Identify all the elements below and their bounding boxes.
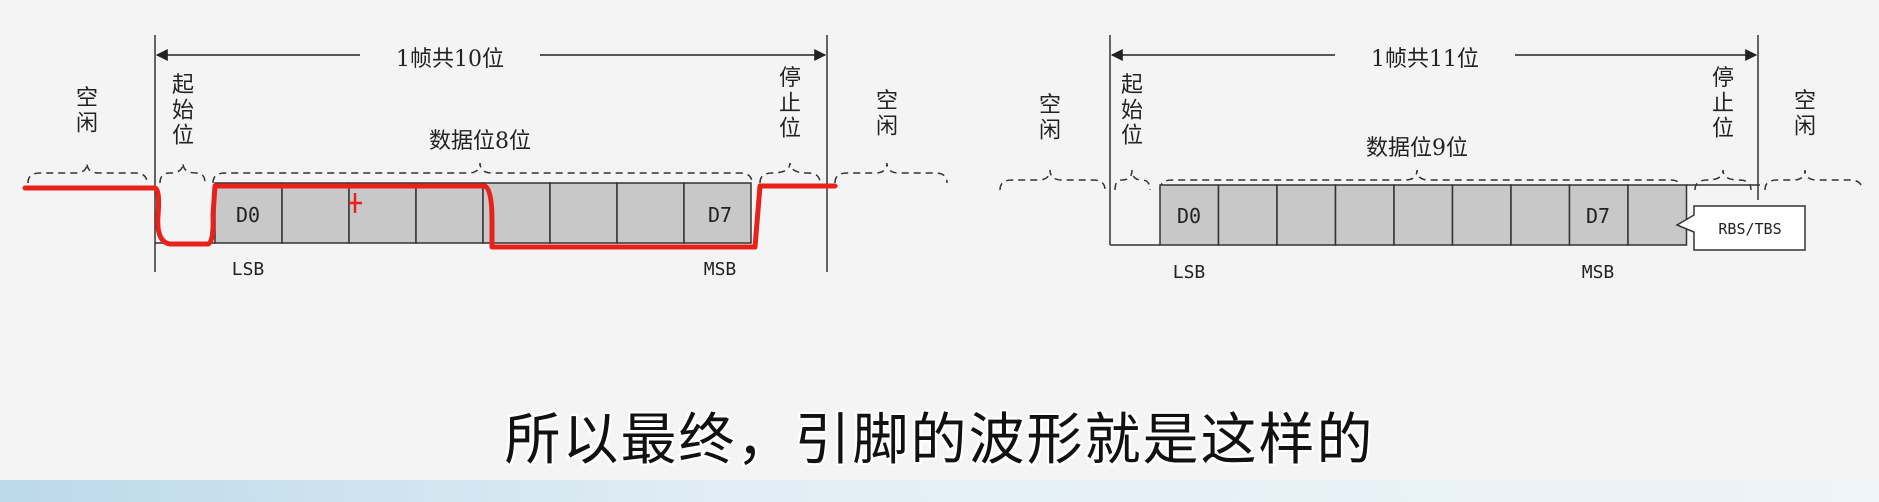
data-cell xyxy=(1393,184,1454,246)
last-cell-label: D7 xyxy=(1586,204,1610,228)
idle-left-label: 空闲 xyxy=(76,86,98,136)
first-cell-label: D0 xyxy=(236,203,260,227)
data-cell xyxy=(1510,184,1571,246)
callout-label: RBS/TBS xyxy=(1718,220,1781,238)
frame-title: 1帧共11位 xyxy=(1371,47,1479,72)
data-cell xyxy=(1217,184,1278,246)
stop-bit-label: 停止位 xyxy=(1712,66,1734,142)
data-bits-label: 数据位8位 xyxy=(429,129,531,154)
last-cell-label: D7 xyxy=(708,203,732,227)
data-cell xyxy=(1627,184,1688,246)
left-frame-diagram: 1帧共10位 空闲 起始位 停止位 空闲 数据位8位 D0 D7 LSB MSB xyxy=(22,35,948,280)
start-bit-label: 起始位 xyxy=(1121,73,1143,149)
video-subtitle: 所以最终，引脚的波形就是这样的 xyxy=(504,408,1375,473)
stop-bit-label: 停止位 xyxy=(779,66,801,142)
data-cell xyxy=(1334,184,1395,246)
data-cell xyxy=(549,182,618,244)
idle-left-label: 空闲 xyxy=(1039,93,1061,143)
data-bits-label: 数据位9位 xyxy=(1366,136,1468,161)
data-cell xyxy=(616,182,685,244)
msb-label: MSB xyxy=(1582,262,1615,283)
data-cell xyxy=(348,182,417,244)
lsb-label: LSB xyxy=(1173,262,1206,283)
data-cell xyxy=(281,182,350,244)
lsb-label: LSB xyxy=(232,259,265,280)
bottom-bar xyxy=(0,480,1879,502)
idle-right-label: 空闲 xyxy=(876,89,898,139)
data-cell xyxy=(1276,184,1337,246)
start-bit-label: 起始位 xyxy=(172,73,194,149)
data-cell xyxy=(415,182,484,244)
msb-label: MSB xyxy=(704,259,737,280)
right-frame-diagram: 1帧共11位 空闲 起始位 停止位 空闲 数据位9位 D0 D7 LSB MSB… xyxy=(999,35,1863,283)
first-cell-label: D0 xyxy=(1177,204,1201,228)
idle-right-label: 空闲 xyxy=(1794,89,1816,139)
frame-title: 1帧共10位 xyxy=(396,47,504,72)
data-cell xyxy=(1451,184,1512,246)
